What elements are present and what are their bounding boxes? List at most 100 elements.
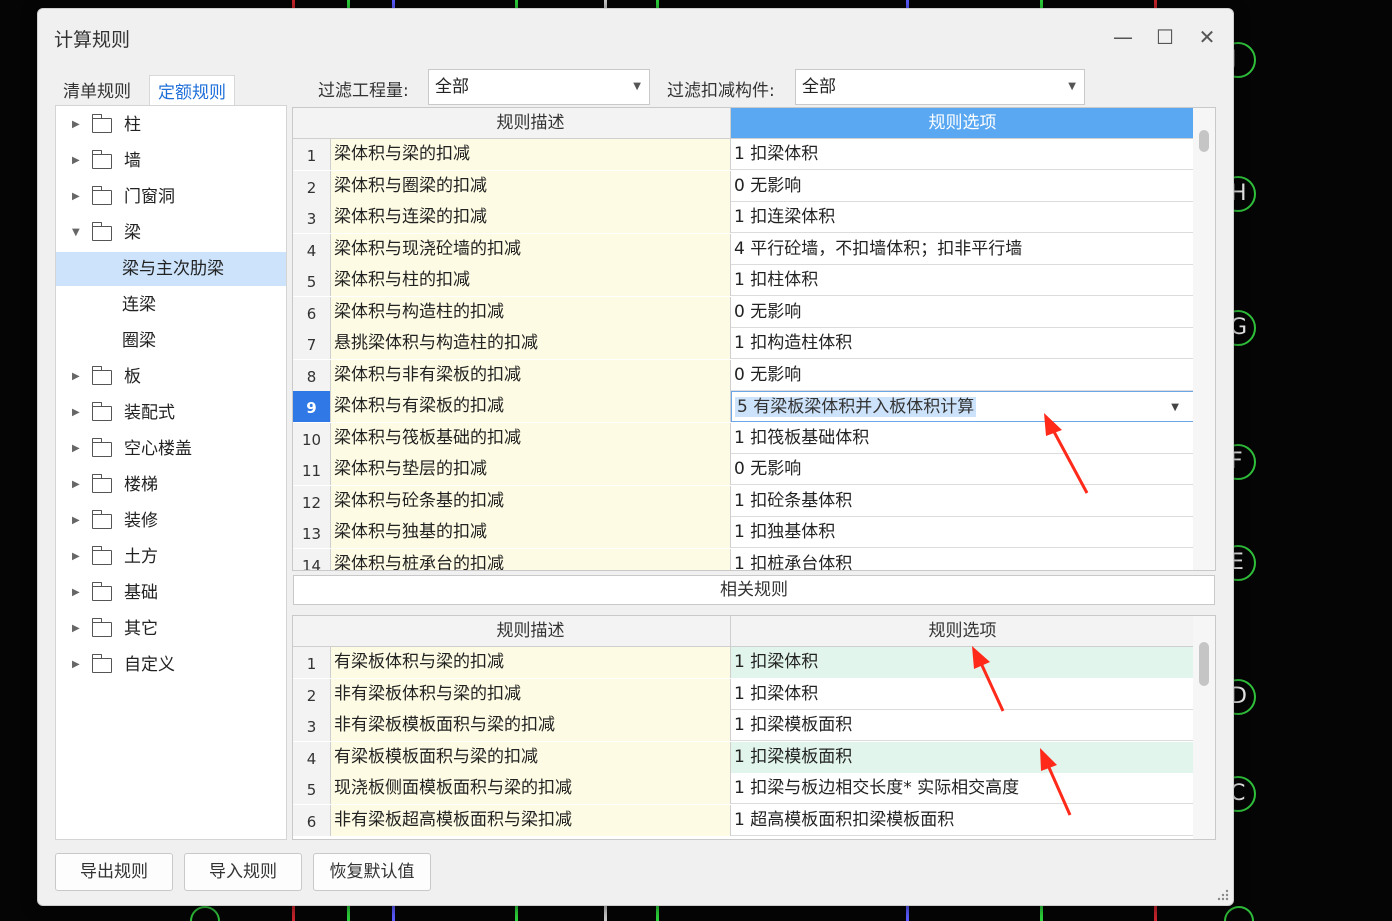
- row-number[interactable]: 4: [293, 233, 331, 265]
- maximize-button[interactable]: ☐: [1150, 23, 1180, 53]
- caret-right-icon[interactable]: ▶: [72, 648, 80, 682]
- row-number[interactable]: 4: [293, 741, 331, 773]
- table-row[interactable]: 7 悬挑梁体积与构造柱的扣减 1 扣构造柱体积: [293, 328, 1194, 359]
- filter-quantity-select[interactable]: 全部 ▼: [428, 69, 650, 105]
- caret-right-icon[interactable]: ▶: [72, 540, 80, 574]
- row-number[interactable]: 2: [293, 678, 331, 710]
- close-button[interactable]: ✕: [1192, 23, 1222, 53]
- rule-option[interactable]: 1 扣柱体积: [731, 265, 1194, 296]
- rule-option[interactable]: 1 扣梁与板边相交长度* 实际相交高度: [731, 773, 1194, 804]
- scrollbar-thumb[interactable]: [1199, 642, 1209, 686]
- title-bar[interactable]: 计算规则 — ☐ ✕: [38, 9, 1233, 65]
- table-row[interactable]: 10 梁体积与筏板基础的扣减 1 扣筏板基础体积: [293, 422, 1194, 454]
- tree-folder[interactable]: ▶ 其它: [56, 612, 286, 646]
- rule-option[interactable]: 1 扣梁体积: [731, 679, 1194, 710]
- rule-option-dropdown[interactable]: 5 有梁板梁体积并入板体积计算 ▼: [731, 391, 1194, 422]
- table-row[interactable]: 5 现浇板侧面模板面积与梁的扣减 1 扣梁与板边相交长度* 实际相交高度: [293, 773, 1194, 804]
- table-row[interactable]: 2 非有梁板体积与梁的扣减 1 扣梁体积: [293, 678, 1194, 710]
- row-number[interactable]: 14: [293, 548, 331, 570]
- table-row[interactable]: 2 梁体积与圈梁的扣减 0 无影响: [293, 170, 1194, 202]
- rule-option[interactable]: 1 扣连梁体积: [731, 202, 1194, 233]
- rule-option[interactable]: 1 扣梁体积: [731, 139, 1194, 170]
- tree-folder[interactable]: ▼ 梁: [56, 216, 286, 250]
- rule-option[interactable]: 1 扣梁模板面积: [731, 741, 1194, 773]
- export-rules-button[interactable]: 导出规则: [55, 853, 173, 891]
- import-rules-button[interactable]: 导入规则: [184, 853, 302, 891]
- table-row[interactable]: 6 非有梁板超高模板面积与梁扣减 1 超高模板面积扣梁模板面积: [293, 804, 1194, 836]
- tree-folder[interactable]: ▶ 土方: [56, 540, 286, 574]
- tree-folder[interactable]: ▶ 墙: [56, 144, 286, 178]
- tree-leaf[interactable]: 圈梁: [56, 324, 286, 358]
- rule-option[interactable]: 0 无影响: [731, 454, 1194, 485]
- tab-quota-rules[interactable]: 定额规则: [149, 75, 235, 109]
- row-number[interactable]: 5: [293, 265, 331, 296]
- caret-right-icon[interactable]: ▶: [72, 468, 80, 502]
- row-number[interactable]: 8: [293, 359, 331, 391]
- table-row[interactable]: 13 梁体积与独基的扣减 1 扣独基体积: [293, 517, 1194, 548]
- tree-folder[interactable]: ▶ 自定义: [56, 648, 286, 682]
- row-number[interactable]: 6: [293, 804, 331, 836]
- minimize-button[interactable]: —: [1108, 23, 1138, 53]
- row-number[interactable]: 6: [293, 296, 331, 328]
- column-header-option[interactable]: 规则选项: [731, 108, 1194, 139]
- table-row[interactable]: 3 梁体积与连梁的扣减 1 扣连梁体积: [293, 202, 1194, 233]
- table-row[interactable]: 11 梁体积与垫层的扣减 0 无影响: [293, 454, 1194, 485]
- tree-folder[interactable]: ▶ 空心楼盖: [56, 432, 286, 466]
- filter-component-select[interactable]: 全部 ▼: [795, 69, 1085, 105]
- table-row[interactable]: 6 梁体积与构造柱的扣减 0 无影响: [293, 296, 1194, 328]
- caret-down-icon[interactable]: ▼: [72, 216, 80, 250]
- row-number[interactable]: 13: [293, 517, 331, 548]
- row-number[interactable]: 2: [293, 170, 331, 202]
- caret-right-icon[interactable]: ▶: [72, 432, 80, 466]
- row-number[interactable]: 9: [293, 391, 331, 422]
- chevron-down-icon[interactable]: ▼: [1171, 392, 1179, 421]
- row-number[interactable]: 3: [293, 202, 331, 233]
- column-header-option[interactable]: 规则选项: [731, 616, 1194, 647]
- table-row[interactable]: 3 非有梁板模板面积与梁的扣减 1 扣梁模板面积: [293, 710, 1194, 741]
- row-number[interactable]: 11: [293, 454, 331, 485]
- column-header-description[interactable]: 规则描述: [331, 616, 731, 647]
- caret-right-icon[interactable]: ▶: [72, 144, 80, 178]
- rule-option[interactable]: 4 平行砼墙，不扣墙体积；扣非平行墙: [731, 234, 1194, 265]
- table-row[interactable]: 14 梁体积与桩承台的扣减 1 扣桩承台体积: [293, 548, 1194, 570]
- rule-option[interactable]: 0 无影响: [731, 360, 1194, 391]
- caret-right-icon[interactable]: ▶: [72, 180, 80, 214]
- table-row[interactable]: 8 梁体积与非有梁板的扣减 0 无影响: [293, 359, 1194, 391]
- table-row[interactable]: 9 梁体积与有梁板的扣减 5 有梁板梁体积并入板体积计算 ▼: [293, 391, 1194, 422]
- rule-option[interactable]: 1 扣独基体积: [731, 517, 1194, 548]
- rule-option[interactable]: 1 扣砼条基体积: [731, 486, 1194, 517]
- table-row[interactable]: 4 梁体积与现浇砼墙的扣减 4 平行砼墙，不扣墙体积；扣非平行墙: [293, 233, 1194, 265]
- rule-option[interactable]: 1 扣构造柱体积: [731, 328, 1194, 359]
- tree-folder[interactable]: ▶ 装修: [56, 504, 286, 538]
- tree-folder[interactable]: ▶ 装配式: [56, 396, 286, 430]
- table-row[interactable]: 5 梁体积与柱的扣减 1 扣柱体积: [293, 265, 1194, 296]
- column-header-description[interactable]: 规则描述: [331, 108, 731, 139]
- resize-grip-icon[interactable]: [1217, 889, 1229, 901]
- tree-folder[interactable]: ▶ 柱: [56, 108, 286, 142]
- rule-option[interactable]: 0 无影响: [731, 297, 1194, 328]
- row-number[interactable]: 12: [293, 485, 331, 517]
- tab-bill-rules[interactable]: 清单规则: [55, 75, 139, 109]
- rule-option[interactable]: 1 超高模板面积扣梁模板面积: [731, 805, 1194, 836]
- caret-right-icon[interactable]: ▶: [72, 396, 80, 430]
- tree-folder[interactable]: ▶ 板: [56, 360, 286, 394]
- scrollbar[interactable]: [1193, 616, 1215, 839]
- row-number[interactable]: 7: [293, 328, 331, 359]
- table-row[interactable]: 4 有梁板模板面积与梁的扣减 1 扣梁模板面积: [293, 741, 1194, 773]
- row-number[interactable]: 10: [293, 422, 331, 454]
- tree-leaf[interactable]: 梁与主次肋梁: [56, 252, 286, 286]
- row-number[interactable]: 1: [293, 139, 331, 170]
- table-row[interactable]: 12 梁体积与砼条基的扣减 1 扣砼条基体积: [293, 485, 1194, 517]
- scrollbar[interactable]: [1193, 108, 1215, 570]
- caret-right-icon[interactable]: ▶: [72, 612, 80, 646]
- caret-right-icon[interactable]: ▶: [72, 504, 80, 538]
- scrollbar-thumb[interactable]: [1199, 130, 1209, 152]
- tree-leaf[interactable]: 连梁: [56, 288, 286, 322]
- table-row[interactable]: 1 梁体积与梁的扣减 1 扣梁体积: [293, 139, 1194, 170]
- row-number[interactable]: 5: [293, 773, 331, 804]
- caret-right-icon[interactable]: ▶: [72, 576, 80, 610]
- rule-option[interactable]: 0 无影响: [731, 171, 1194, 202]
- rule-option[interactable]: 1 扣筏板基础体积: [731, 423, 1194, 454]
- caret-right-icon[interactable]: ▶: [72, 360, 80, 394]
- rule-option[interactable]: 1 扣梁模板面积: [731, 710, 1194, 741]
